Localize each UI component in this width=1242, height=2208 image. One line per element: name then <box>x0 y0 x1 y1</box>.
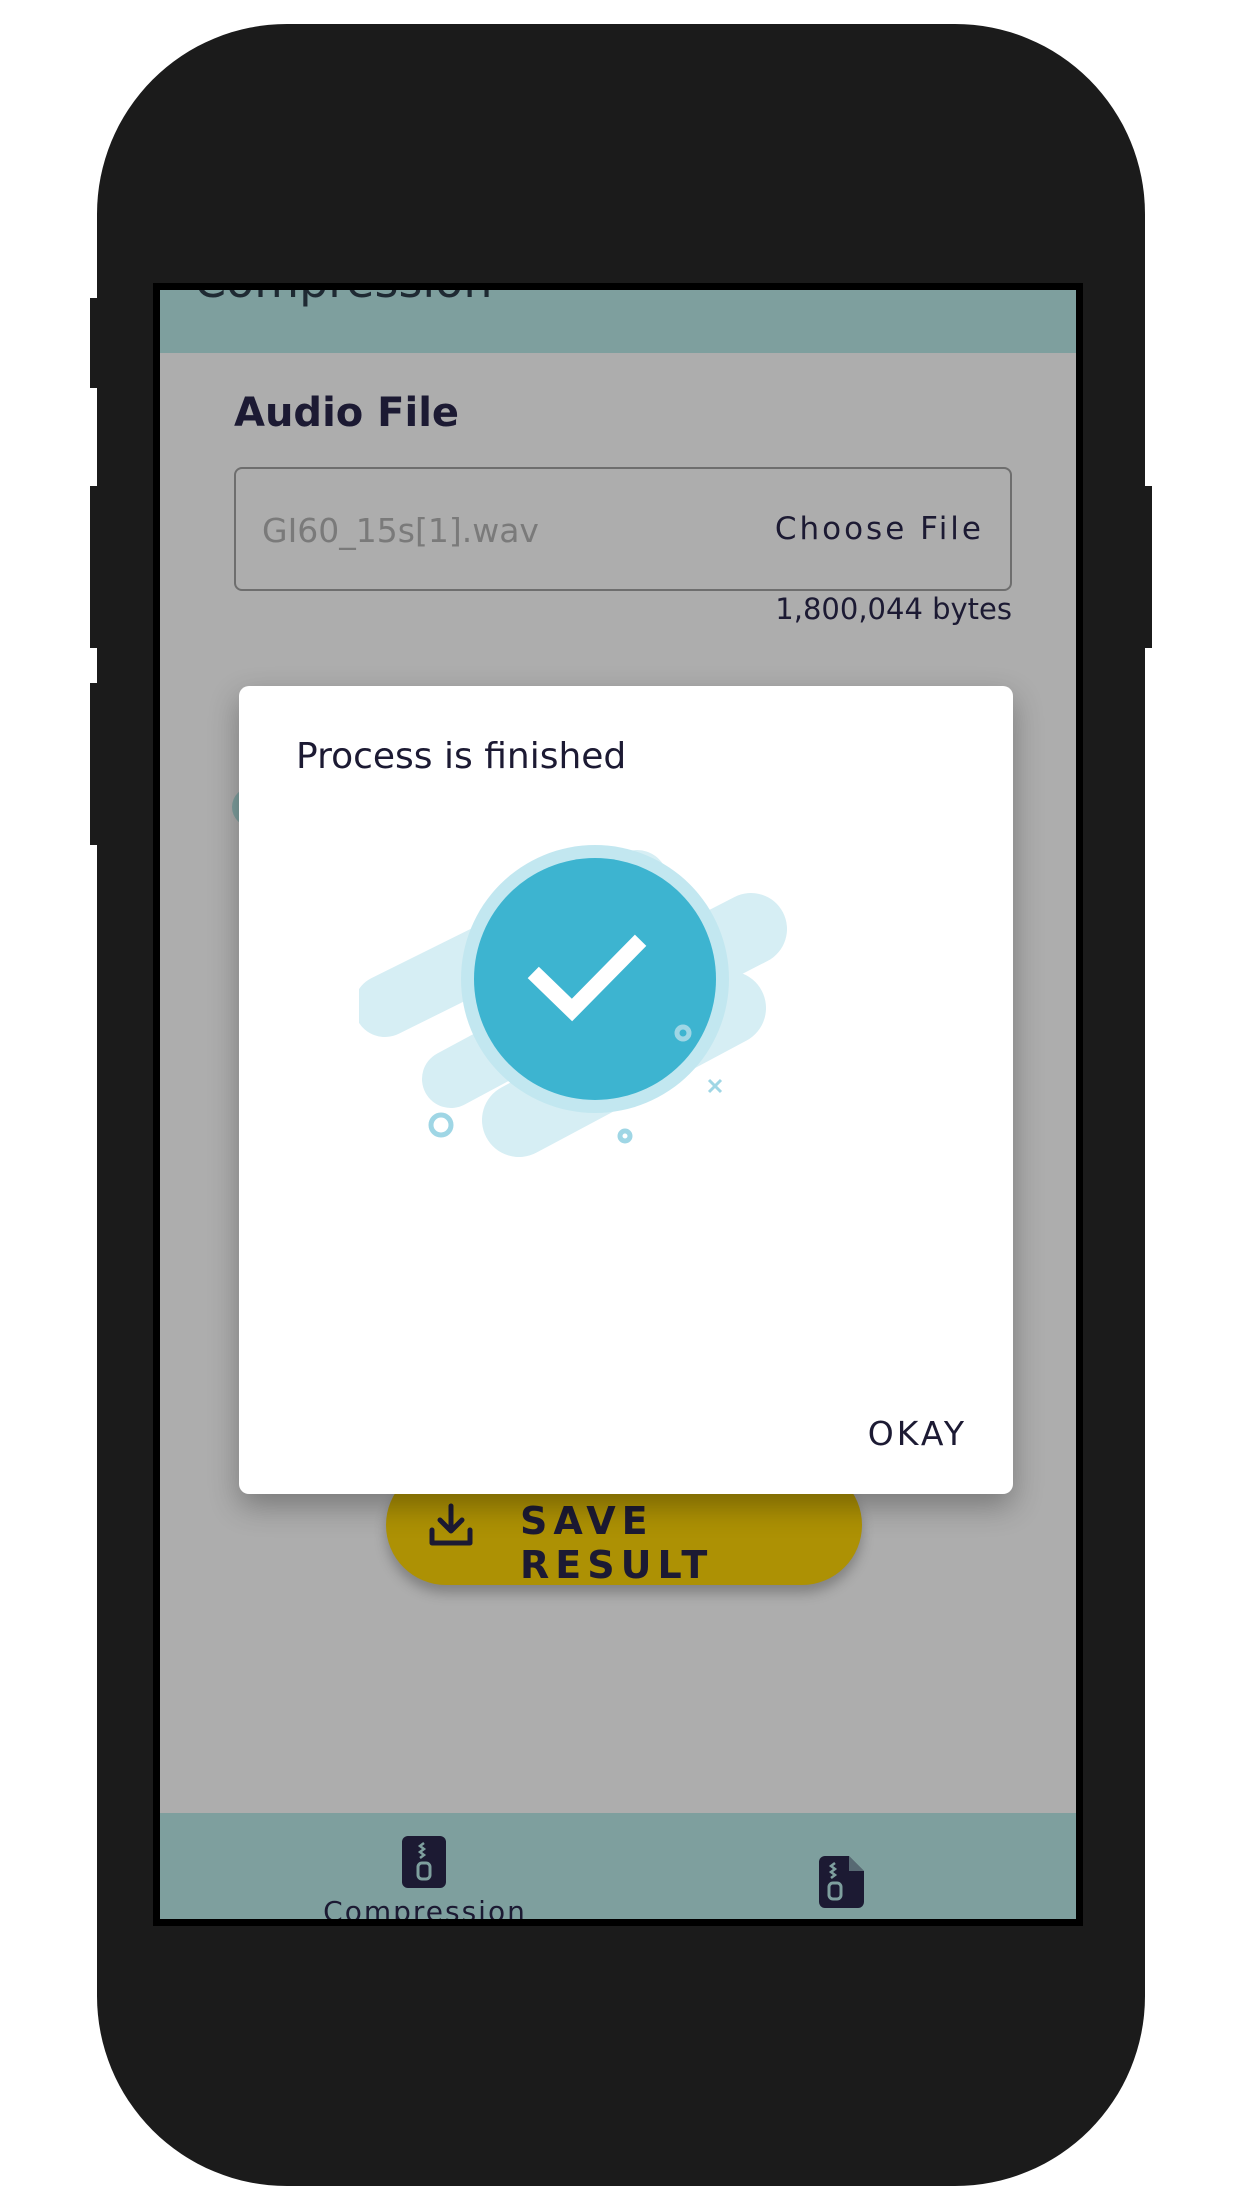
zip-file-icon <box>402 1836 446 1888</box>
phone-side-button <box>90 486 102 648</box>
app-header: Compression <box>160 290 1076 353</box>
choose-file-button[interactable]: Choose File <box>775 511 984 547</box>
phone-side-button <box>1140 486 1152 648</box>
audio-file-input[interactable]: GI60_15s[1].wav Choose File <box>234 467 1012 591</box>
success-checkmark-icon <box>359 845 787 1157</box>
zip-document-icon <box>819 1856 864 1908</box>
save-result-label: SAVE RESULT <box>520 1499 714 1587</box>
file-size-text: 1,800,044 bytes <box>775 592 1012 626</box>
app-screen: Compression Audio File GI60_15s[1].wav C… <box>153 283 1083 1926</box>
bottom-navigation: Compression <box>160 1813 1076 1926</box>
process-finished-dialog: Process is finished OKAY <box>239 686 1013 1494</box>
nav-item-decompression[interactable] <box>792 1813 892 1919</box>
nav-item-compression[interactable]: Compression <box>320 1813 530 1926</box>
download-icon <box>429 1503 473 1546</box>
page-title: Compression <box>194 290 492 308</box>
nav-label-compression: Compression <box>323 1895 527 1926</box>
dialog-title: Process is finished <box>296 736 627 777</box>
phone-side-button <box>90 683 102 845</box>
audio-file-label: Audio File <box>234 390 460 436</box>
phone-side-button <box>90 298 102 388</box>
audio-file-name: GI60_15s[1].wav <box>262 511 539 550</box>
okay-button[interactable]: OKAY <box>868 1414 967 1453</box>
